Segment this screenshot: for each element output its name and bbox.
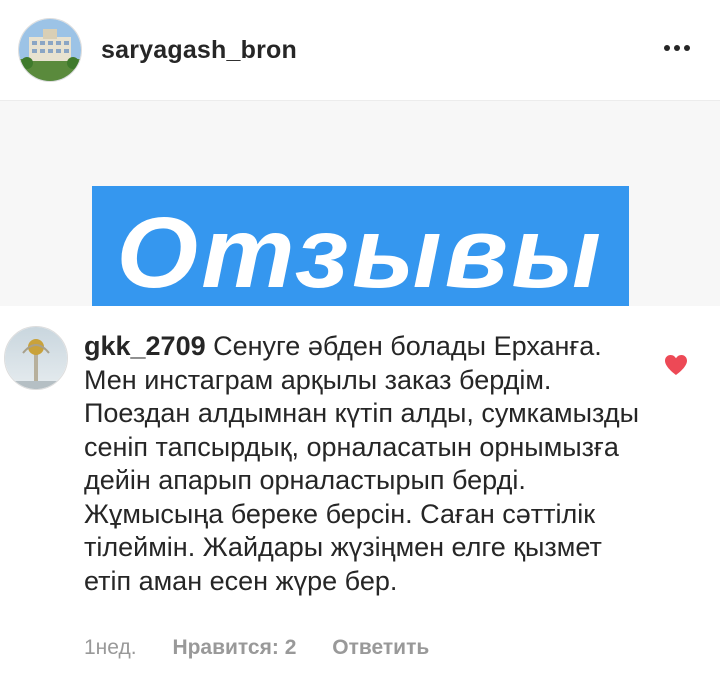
- comment-time: 1нед.: [84, 636, 137, 659]
- account-avatar[interactable]: [18, 18, 82, 82]
- heart-icon[interactable]: [664, 354, 688, 376]
- commenter-avatar[interactable]: [4, 326, 68, 390]
- comment-text: Сенуге әбден болады Ерханға. Мен инстагр…: [84, 331, 639, 596]
- account-username[interactable]: saryagash_bron: [101, 36, 297, 65]
- comment: gkk_2709 Сенуге әбден болады Ерханға. Ме…: [0, 306, 720, 686]
- post-header: saryagash_bron: [0, 0, 720, 101]
- comment-body: gkk_2709 Сенуге әбден болады Ерханға. Ме…: [84, 330, 644, 598]
- banner-title: Отзывы: [116, 197, 605, 309]
- more-horizontal-icon[interactable]: [660, 38, 694, 58]
- reply-button[interactable]: Ответить: [332, 636, 429, 659]
- comment-meta: 1нед. Нравится: 2 Ответить: [84, 636, 459, 666]
- reviews-banner: Отзывы: [92, 186, 629, 320]
- commenter-username[interactable]: gkk_2709: [84, 331, 206, 361]
- likes-count-button[interactable]: Нравится: 2: [172, 636, 296, 659]
- post-image: Отзывы: [0, 101, 720, 320]
